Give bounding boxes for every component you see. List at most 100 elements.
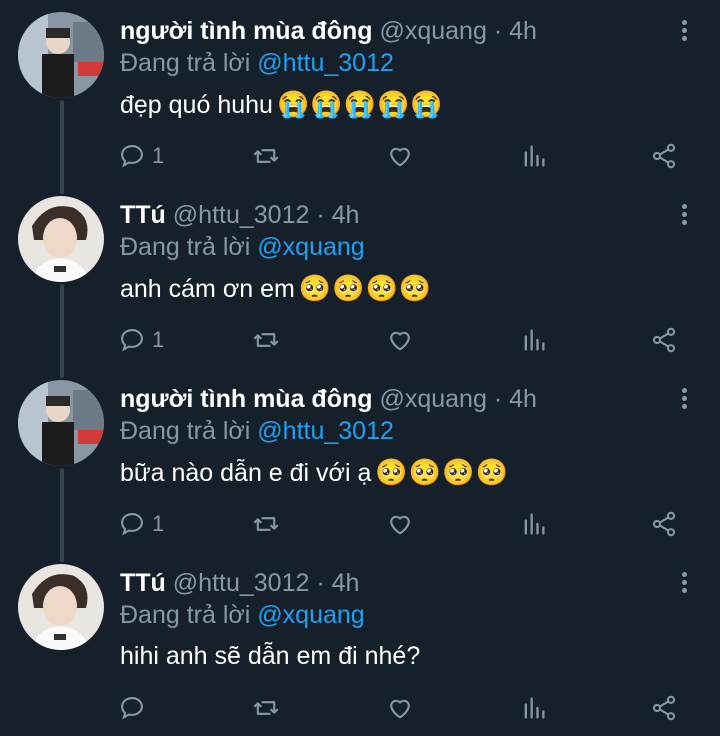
tweet-header: người tình mùa đông @xquang · 4h: [120, 382, 537, 416]
tweet[interactable]: TTú @httu_3012 · 4h Đang trả lời @xquang…: [0, 552, 720, 736]
thread-line: [60, 284, 64, 378]
timestamp[interactable]: 4h: [509, 385, 537, 413]
reply-count: 1: [152, 511, 165, 536]
analytics-button[interactable]: [520, 692, 548, 724]
display-name[interactable]: TTú: [120, 569, 166, 597]
share-icon: [652, 695, 676, 721]
like-button[interactable]: [386, 692, 414, 724]
retweet-button[interactable]: [252, 140, 280, 172]
share-button[interactable]: [650, 508, 678, 540]
mention-link[interactable]: @httu_3012: [257, 417, 394, 445]
avatar[interactable]: [18, 380, 104, 466]
replying-to-label: Đang trả lời: [120, 417, 251, 445]
heart-icon: [390, 331, 410, 351]
reply-button[interactable]: [118, 692, 146, 724]
timestamp[interactable]: 4h: [332, 569, 360, 597]
retweet-icon: [253, 149, 279, 163]
bar-chart-icon: [524, 145, 545, 167]
avatar[interactable]: [18, 12, 104, 98]
display-name[interactable]: người tình mùa đông: [120, 385, 373, 413]
more-options-icon[interactable]: [674, 386, 694, 412]
tweet[interactable]: người tình mùa đông @xquang · 4h Đang tr…: [0, 0, 720, 194]
bar-chart-icon: [524, 513, 545, 535]
avatar-portrait-image: [18, 564, 104, 650]
thread-line: [60, 100, 64, 194]
display-name[interactable]: TTú: [120, 201, 166, 229]
reply-count: 1: [152, 327, 165, 352]
replying-to-label: Đang trả lời: [120, 49, 251, 77]
avatar-street-image: [18, 12, 104, 98]
heart-icon: [390, 515, 410, 535]
separator: ·: [493, 385, 503, 413]
username[interactable]: @httu_3012: [173, 201, 310, 229]
tweet-header: TTú @httu_3012 · 4h: [120, 566, 359, 600]
like-button[interactable]: [386, 140, 414, 172]
comment-icon: [121, 697, 143, 720]
retweet-icon: [253, 701, 279, 715]
retweet-button[interactable]: [252, 692, 280, 724]
retweet-icon: [253, 333, 279, 347]
heart-icon: [390, 699, 410, 719]
avatar[interactable]: [18, 196, 104, 282]
reply-button[interactable]: 1: [118, 324, 164, 356]
display-name[interactable]: người tình mùa đông: [120, 17, 373, 45]
reply-button[interactable]: 1: [118, 140, 164, 172]
comment-icon: [121, 513, 143, 536]
separator: ·: [493, 17, 503, 45]
more-options-icon[interactable]: [674, 570, 694, 596]
retweet-button[interactable]: [252, 324, 280, 356]
avatar[interactable]: [18, 564, 104, 650]
like-button[interactable]: [386, 508, 414, 540]
separator: ·: [316, 201, 325, 229]
retweet-button[interactable]: [252, 508, 280, 540]
tweet-actions: 1: [118, 140, 698, 172]
tweet-text: bữa nào dẫn e đi với ạ 🥺🥺🥺🥺: [120, 454, 509, 491]
avatar-street-image: [18, 380, 104, 466]
like-button[interactable]: [386, 324, 414, 356]
replying-to-label: Đang trả lời: [120, 233, 251, 261]
tweet[interactable]: TTú @httu_3012 · 4h Đang trả lời @xquang…: [0, 184, 720, 378]
tweet-actions: 1: [118, 508, 698, 540]
emoji-group: 🥺🥺🥺🥺: [375, 457, 509, 487]
replying-to-label: Đang trả lời: [120, 601, 251, 629]
username[interactable]: @httu_3012: [173, 569, 310, 597]
avatar-portrait-image: [18, 196, 104, 282]
thread-line: [60, 468, 64, 562]
reply-button[interactable]: 1: [118, 508, 164, 540]
separator: ·: [316, 569, 325, 597]
timestamp[interactable]: 4h: [332, 201, 360, 229]
tweet[interactable]: người tình mùa đông @xquang · 4h Đang tr…: [0, 368, 720, 562]
replying-to: Đang trả lời @xquang: [120, 598, 365, 632]
mention-link[interactable]: @xquang: [257, 601, 364, 629]
tweet-actions: 1: [118, 324, 698, 356]
mention-link[interactable]: @xquang: [257, 233, 364, 261]
share-button[interactable]: [650, 140, 678, 172]
timestamp[interactable]: 4h: [509, 17, 537, 45]
tweet-body: bữa nào dẫn e đi với ạ: [120, 459, 372, 487]
analytics-button[interactable]: [520, 508, 548, 540]
replying-to: Đang trả lời @httu_3012: [120, 46, 394, 80]
retweet-icon: [253, 517, 279, 531]
emoji-group: 😭😭😭😭😭: [276, 89, 444, 119]
tweet-body: hihi anh sẽ dẫn em đi nhé?: [120, 642, 421, 670]
username[interactable]: @xquang: [379, 17, 486, 45]
tweet-header: TTú @httu_3012 · 4h: [120, 198, 359, 232]
share-icon: [652, 511, 676, 537]
bar-chart-icon: [524, 329, 545, 351]
tweet-body: anh cám ơn em: [120, 275, 295, 303]
more-options-icon[interactable]: [674, 18, 694, 44]
bar-chart-icon: [524, 697, 545, 719]
share-button[interactable]: [650, 324, 678, 356]
analytics-button[interactable]: [520, 324, 548, 356]
analytics-button[interactable]: [520, 140, 548, 172]
reply-count: 1: [152, 143, 165, 168]
tweet-body: đẹp quó huhu: [120, 91, 273, 119]
share-button[interactable]: [650, 692, 678, 724]
comment-icon: [121, 329, 143, 352]
username[interactable]: @xquang: [379, 385, 486, 413]
tweet-text: anh cám ơn em 🥺🥺🥺🥺: [120, 270, 432, 307]
share-icon: [652, 327, 676, 353]
mention-link[interactable]: @httu_3012: [257, 49, 394, 77]
heart-icon: [390, 147, 410, 167]
more-options-icon[interactable]: [674, 202, 694, 228]
